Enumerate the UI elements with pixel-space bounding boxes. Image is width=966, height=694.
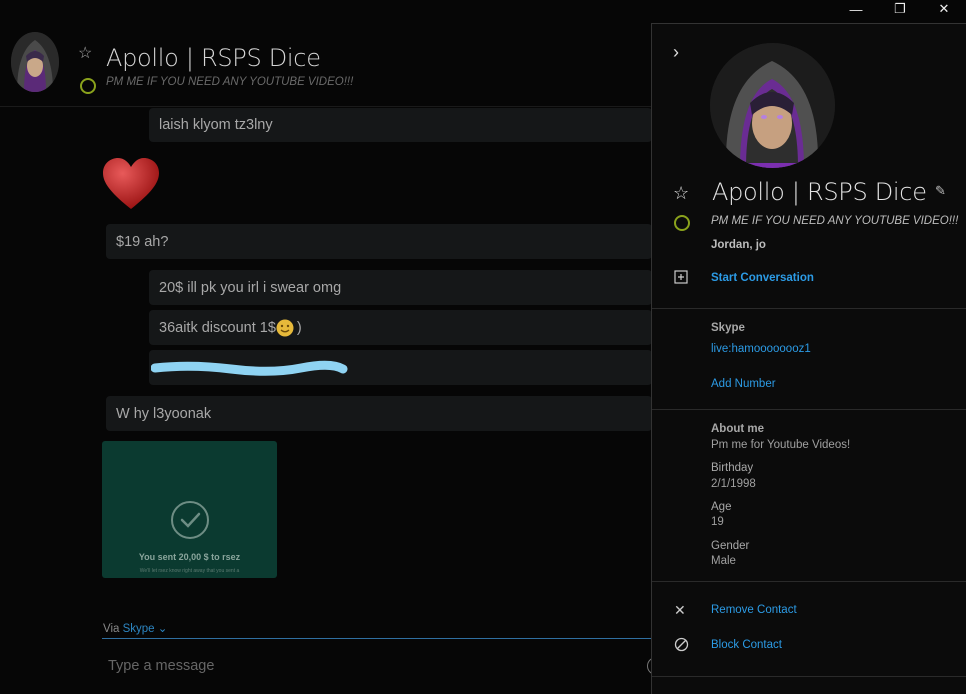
chevron-down-icon[interactable]: ⌄ xyxy=(158,623,168,635)
profile-mood-message: PM ME IF YOU NEED ANY YOUTUBE VIDEO!!! xyxy=(711,215,959,227)
skype-window: — ❐ ✕ ☆ Apollo | RSPS Dice PM ME IF YOU … xyxy=(0,0,966,694)
gender-label: Gender xyxy=(711,540,750,552)
close-icon[interactable]: ✕ xyxy=(674,602,686,619)
skype-id-link[interactable]: live:hamoooooooz1 xyxy=(711,343,811,355)
remove-contact-link[interactable]: Remove Contact xyxy=(711,604,797,616)
message-text: $19 ah? xyxy=(116,233,169,250)
checkmark-icon xyxy=(171,501,209,539)
block-contact-link[interactable]: Block Contact xyxy=(711,639,782,651)
close-button[interactable]: ✕ xyxy=(922,0,966,18)
age-label: Age xyxy=(711,501,732,513)
message-text: W hy l3yoonak xyxy=(116,405,212,422)
birthday-value: 2/1/1998 xyxy=(711,478,756,490)
avatar[interactable] xyxy=(11,32,59,92)
start-conversation-link[interactable]: Start Conversation xyxy=(711,272,814,284)
message-bubble-redacted[interactable] xyxy=(149,350,652,385)
message-text-suffix: ) xyxy=(296,319,302,336)
about-label: About me xyxy=(711,423,765,435)
smile-emoji-icon xyxy=(276,319,294,336)
compose-divider xyxy=(102,638,652,639)
birthday-label: Birthday xyxy=(711,462,754,474)
payment-title: You sent 20,00 $ to rsez xyxy=(138,552,241,562)
contact-name: Apollo | RSPS Dice xyxy=(106,44,321,72)
start-conversation-icon[interactable] xyxy=(674,270,689,288)
contact-mood-message: PM ME IF YOU NEED ANY YOUTUBE VIDEO!!! xyxy=(106,76,354,88)
restore-button[interactable]: ❐ xyxy=(878,0,922,18)
message-bubble[interactable]: W hy l3yoonak xyxy=(106,396,652,431)
divider xyxy=(652,308,966,309)
heart-emoji-icon xyxy=(103,158,159,209)
payment-subtitle: We'll let rsez know right away that you … xyxy=(139,568,240,574)
presence-status-icon xyxy=(674,215,690,231)
about-value: Pm me for Youtube Videos! xyxy=(711,439,851,451)
message-text: laish klyom tz3lny xyxy=(159,117,273,133)
message-bubble[interactable]: 36aitk discount 1$ ) xyxy=(149,310,652,345)
window-controls: — ❐ ✕ xyxy=(834,0,966,18)
age-value: 19 xyxy=(711,516,724,528)
block-icon[interactable] xyxy=(674,637,689,655)
favorite-star-icon[interactable]: ☆ xyxy=(673,183,689,204)
payment-card[interactable]: You sent 20,00 $ to rsez We'll let rsez … xyxy=(102,441,277,578)
chat-header: ☆ Apollo | RSPS Dice PM ME IF YOU NEED A… xyxy=(0,25,652,107)
divider xyxy=(652,409,966,410)
via-indicator[interactable]: Via Skype ⌄ xyxy=(103,621,167,635)
message-text: 20$ ill pk you irl i swear omg xyxy=(159,279,342,296)
presence-status-icon xyxy=(80,78,96,94)
favorite-star-icon[interactable]: ☆ xyxy=(78,43,96,62)
message-bubble[interactable]: 20$ ill pk you irl i swear omg xyxy=(149,270,652,305)
divider xyxy=(652,581,966,582)
profile-name: Apollo | RSPS Dice xyxy=(712,178,927,206)
via-service[interactable]: Skype xyxy=(123,623,155,635)
mutual-contacts: Jordan, jo xyxy=(711,239,766,251)
edit-pencil-icon[interactable]: ✎ xyxy=(935,183,946,199)
skype-label: Skype xyxy=(711,322,745,334)
profile-panel: › ☆ Apollo | RSPS Dice ✎ PM ME IF YOU NE… xyxy=(651,23,966,694)
add-number-link[interactable]: Add Number xyxy=(711,378,776,390)
minimize-button[interactable]: — xyxy=(834,0,878,18)
redaction-scribble xyxy=(151,360,348,376)
gender-value: Male xyxy=(711,555,736,567)
profile-avatar[interactable] xyxy=(710,43,835,168)
message-bubble[interactable]: $19 ah? xyxy=(106,224,652,259)
via-prefix: Via xyxy=(103,623,123,635)
divider xyxy=(652,676,966,677)
chevron-right-icon[interactable]: › xyxy=(673,42,679,63)
message-input[interactable]: Type a message xyxy=(108,658,214,674)
message-text: 36aitk discount 1$ xyxy=(159,319,276,336)
message-bubble[interactable]: laish klyom tz3lny xyxy=(149,108,652,142)
